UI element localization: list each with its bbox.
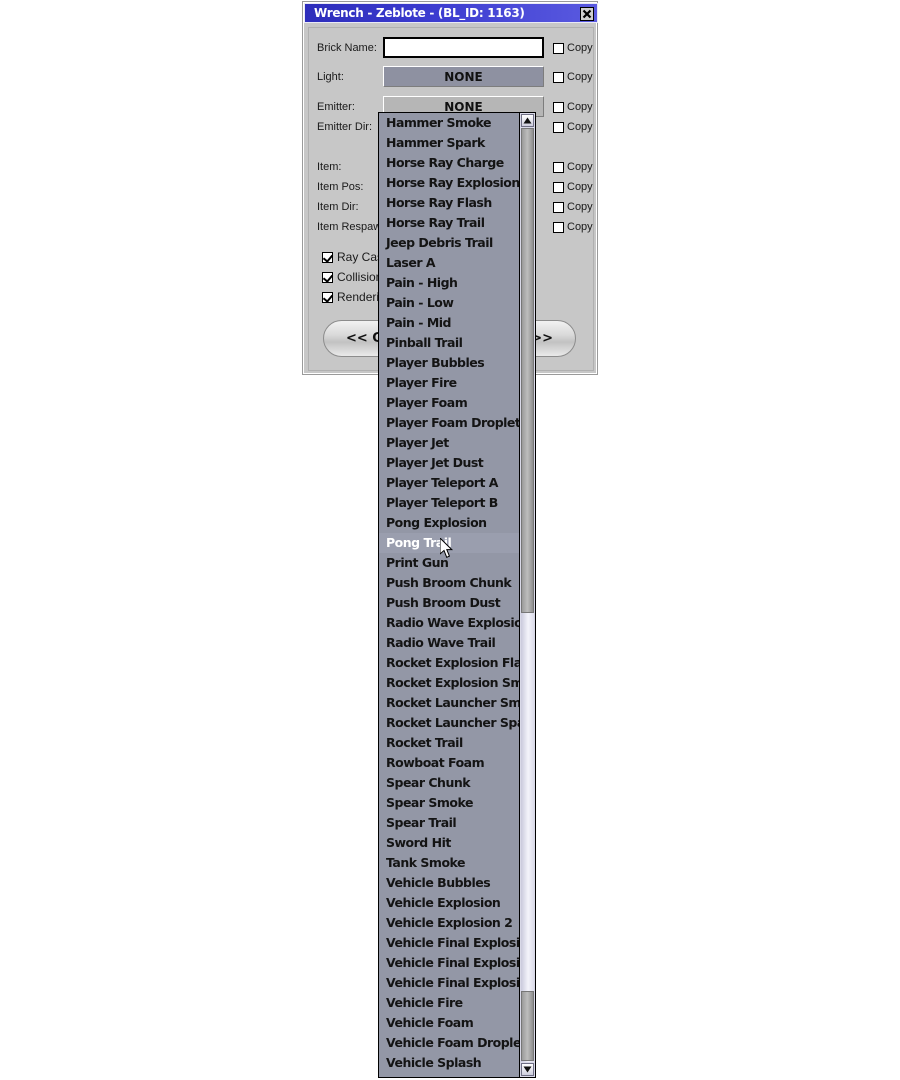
collision-label: Collision xyxy=(337,270,383,284)
label-emitter-dir: Emitter Dir: xyxy=(317,121,372,133)
label-emitter: Emitter: xyxy=(317,101,355,113)
copy-row-brick-name[interactable]: Copy xyxy=(553,42,593,54)
dropdown-item[interactable]: Player Teleport A xyxy=(379,473,519,493)
dropdown-item[interactable]: Pain - Low xyxy=(379,293,519,313)
copy-label: Copy xyxy=(567,71,593,83)
dropdown-item[interactable]: Radio Wave Explosion xyxy=(379,613,531,633)
copy-row-item-dir[interactable]: Copy xyxy=(553,201,593,213)
copy-label: Copy xyxy=(567,221,593,233)
dropdown-item[interactable]: Vehicle Splash xyxy=(379,1053,519,1073)
copy-row-emitter-dir[interactable]: Copy xyxy=(553,121,593,133)
copy-row-item-pos[interactable]: Copy xyxy=(553,181,593,193)
brick-name-input[interactable] xyxy=(383,37,544,58)
dropdown-item[interactable]: Vehicle Bubbles xyxy=(379,873,519,893)
copy-checkbox[interactable] xyxy=(553,71,564,83)
dropdown-item[interactable]: Sword Hit xyxy=(379,833,519,853)
dropdown-item[interactable]: Rowboat Foam xyxy=(379,753,519,773)
copy-checkbox[interactable] xyxy=(553,121,564,133)
dropdown-item[interactable]: Push Broom Chunk xyxy=(379,573,519,593)
ray-casting-checkbox[interactable] xyxy=(322,251,333,263)
dialog-titlebar[interactable]: Wrench - Zeblote - (BL_ID: 1163) xyxy=(304,3,598,23)
triangle-up-icon[interactable] xyxy=(521,114,534,127)
label-light: Light: xyxy=(317,71,344,83)
copy-row-item-respawn-time[interactable]: Copy xyxy=(553,221,593,233)
dropdown-item[interactable]: Vehicle Explosion 2 xyxy=(379,913,519,933)
dropdown-item[interactable]: Spear Chunk xyxy=(379,773,519,793)
dropdown-item[interactable]: Print Gun xyxy=(379,553,519,573)
triangle-down-icon[interactable] xyxy=(521,1063,534,1076)
copy-checkbox[interactable] xyxy=(553,101,564,113)
scrollbar-thumb[interactable] xyxy=(521,128,534,613)
copy-label: Copy xyxy=(567,42,593,54)
dropdown-item[interactable]: Rocket Launcher Spark xyxy=(379,713,535,733)
dropdown-item[interactable]: Pain - High xyxy=(379,273,519,293)
dropdown-item[interactable]: Vehicle Final Explosion 3 xyxy=(379,973,535,993)
copy-checkbox[interactable] xyxy=(553,221,564,233)
dropdown-item[interactable]: Pong Explosion xyxy=(379,513,519,533)
dropdown-item[interactable]: Spear Trail xyxy=(379,813,519,833)
dropdown-item[interactable]: Player Bubbles xyxy=(379,353,519,373)
dropdown-item[interactable]: Radio Wave Trail xyxy=(379,633,519,653)
dropdown-item[interactable]: Vehicle Final Explosion 1 xyxy=(379,933,535,953)
dropdown-item[interactable]: Vehicle Foam xyxy=(379,1013,519,1033)
dropdown-item[interactable]: Pinball Trail xyxy=(379,333,519,353)
dropdown-item[interactable]: Tank Smoke xyxy=(379,853,519,873)
dropdown-item[interactable]: Laser A xyxy=(379,253,519,273)
copy-checkbox[interactable] xyxy=(553,181,564,193)
dropdown-item[interactable]: Rocket Explosion Flash xyxy=(379,653,535,673)
copy-checkbox[interactable] xyxy=(553,161,564,173)
label-item-pos: Item Pos: xyxy=(317,181,364,193)
toggle-collision[interactable]: Collision xyxy=(322,270,382,284)
dropdown-item[interactable]: Horse Ray Explosion xyxy=(379,173,520,193)
dropdown-item[interactable]: Horse Ray Flash xyxy=(379,193,519,213)
dropdown-scrollbar[interactable] xyxy=(519,113,535,1077)
label-item-respawn-time: Item Respawn Time: xyxy=(317,221,385,233)
dropdown-item[interactable]: Rocket Trail xyxy=(379,733,519,753)
copy-label: Copy xyxy=(567,161,593,173)
label-item: Item: xyxy=(317,161,342,173)
label-item-dir: Item Dir: xyxy=(317,201,359,213)
dropdown-item[interactable]: Vehicle Explosion xyxy=(379,893,519,913)
dropdown-item[interactable]: Rocket Launcher Smoke xyxy=(379,693,535,713)
dropdown-item[interactable]: Spear Smoke xyxy=(379,793,519,813)
dropdown-item[interactable]: Player Jet Dust xyxy=(379,453,519,473)
dropdown-item[interactable]: Jeep Debris Trail xyxy=(379,233,519,253)
label-brick-name: Brick Name: xyxy=(317,42,377,54)
copy-label: Copy xyxy=(567,101,593,113)
screen: Wrench - Zeblote - (BL_ID: 1163) Brick N… xyxy=(0,0,900,1080)
copy-row-item[interactable]: Copy xyxy=(553,161,593,173)
dropdown-item[interactable]: Pain - Mid xyxy=(379,313,519,333)
dropdown-items: Hammer Smoke Hammer Spark Horse Ray Charge… xyxy=(379,113,535,1073)
dropdown-item[interactable]: Player Teleport B xyxy=(379,493,519,513)
copy-label: Copy xyxy=(567,181,593,193)
dropdown-item[interactable]: Push Broom Dust xyxy=(379,593,519,613)
copy-label: Copy xyxy=(567,121,593,133)
copy-label: Copy xyxy=(567,201,593,213)
dropdown-item[interactable]: Horse Ray Trail xyxy=(379,213,519,233)
dropdown-item[interactable]: Horse Ray Charge xyxy=(379,153,519,173)
light-combo[interactable]: NONE xyxy=(383,66,544,87)
dialog-title: Wrench - Zeblote - (BL_ID: 1163) xyxy=(314,6,525,20)
copy-row-light[interactable]: Copy xyxy=(553,71,593,83)
scrollbar-thumb-lower[interactable] xyxy=(521,991,534,1061)
dropdown-item[interactable]: Player Foam xyxy=(379,393,519,413)
dropdown-item[interactable]: Vehicle Foam Droplets xyxy=(379,1033,534,1053)
dropdown-item[interactable]: Player Foam Droplets xyxy=(379,413,528,433)
dropdown-item[interactable]: Pong Trail xyxy=(379,533,519,553)
dropdown-item[interactable]: Player Jet xyxy=(379,433,519,453)
close-icon[interactable] xyxy=(580,7,594,21)
dropdown-item[interactable]: Vehicle Fire xyxy=(379,993,519,1013)
collision-checkbox[interactable] xyxy=(322,271,333,283)
copy-checkbox[interactable] xyxy=(553,42,564,54)
copy-checkbox[interactable] xyxy=(553,201,564,213)
emitter-dropdown-list[interactable]: Hammer Smoke Hammer Spark Horse Ray Charge… xyxy=(378,112,536,1078)
dropdown-item[interactable]: Rocket Explosion Smoke xyxy=(379,673,535,693)
dropdown-item[interactable]: Player Fire xyxy=(379,373,519,393)
dropdown-item[interactable]: Hammer Smoke xyxy=(379,113,519,133)
dropdown-item[interactable]: Vehicle Final Explosion 2 xyxy=(379,953,535,973)
dropdown-item[interactable]: Hammer Spark xyxy=(379,133,519,153)
light-combo-value: NONE xyxy=(444,69,483,84)
copy-row-emitter[interactable]: Copy xyxy=(553,101,593,113)
rendering-checkbox[interactable] xyxy=(322,291,333,303)
